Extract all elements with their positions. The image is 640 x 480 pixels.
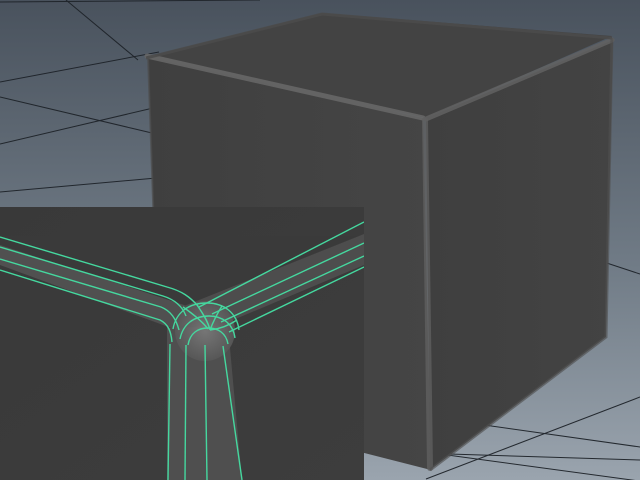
- bevel-wireframe-detail: [0, 207, 364, 480]
- 3d-viewport[interactable]: [0, 0, 640, 480]
- zoomed-detail-inset: [0, 207, 364, 480]
